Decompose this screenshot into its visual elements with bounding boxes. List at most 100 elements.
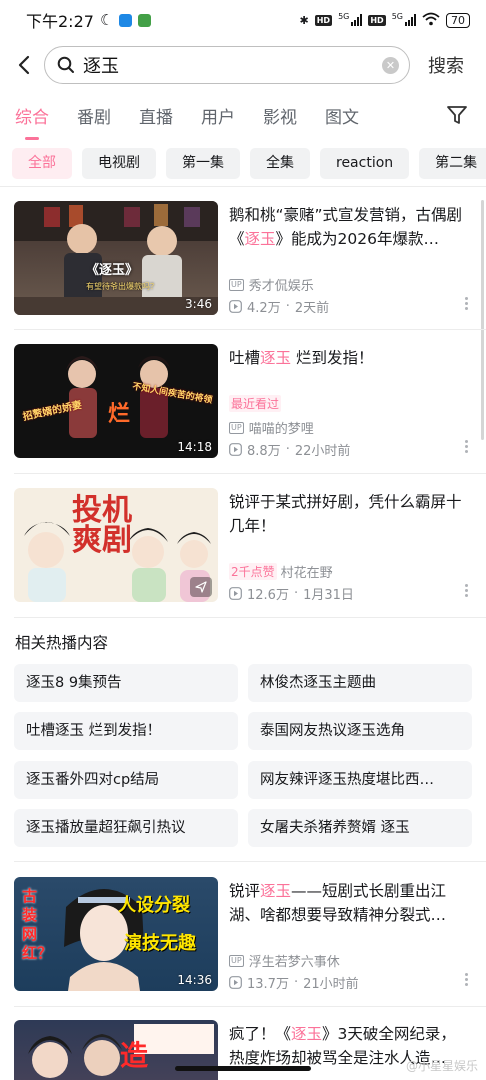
filter-icon [447,106,467,124]
thumbnail-caption: 投机爽剧 [72,493,132,558]
tab-articles[interactable]: 图文 [325,98,359,138]
filter-button[interactable] [446,104,468,130]
tab-users[interactable]: 用户 [201,98,235,138]
divider [14,617,486,618]
tab-all[interactable]: 综合 [15,98,49,140]
wechat-notification-icon [138,13,152,27]
title-text: 吐槽 [229,349,261,367]
video-title[interactable]: 锐评逐玉——短剧式长剧重出江湖、啥都想要导致精神分裂式… [229,879,469,927]
related-item[interactable]: 逐玉番外四对cp结局 [14,761,238,799]
wifi-icon [422,12,440,29]
play-count-icon [229,443,242,456]
clear-search-button[interactable]: ✕ [382,56,399,74]
app-notification-icon [119,13,133,27]
divider [14,861,486,862]
chip-all[interactable]: 全部 [12,148,72,179]
home-indicator[interactable] [175,1066,311,1071]
title-text: 烂到发指！ [291,349,374,367]
divider [14,1006,486,1007]
tag-label: 最近看过 [229,395,282,412]
play-count-icon [229,976,242,989]
related-item[interactable]: 逐玉8 9集预告 [14,664,238,702]
publish-time: 21小时前 [303,977,359,992]
recently-watched-tag: 最近看过 [229,395,285,412]
thumbnail-caption-main: 烂 [108,402,131,427]
video-stats: 12.6万 · 1月31日 [229,584,354,603]
more-options-icon[interactable] [464,973,468,986]
bluetooth-icon: ✱ [299,13,309,27]
video-thumbnail[interactable]: 《逐玉》 有望待爷出爆款吗？ 3:46 [14,201,218,315]
thumbnail-caption: 演技无趣 [124,933,196,954]
view-count: 8.8万 [247,444,281,459]
result-tabs: 综合 番剧 直播 用户 影视 图文 [0,96,486,140]
divider [14,473,486,474]
search-input[interactable]: 逐玉 ✕ [44,46,410,84]
chip-full-series[interactable]: 全集 [250,148,310,179]
thumbnail-subcaption: 有望待爷出爆款吗？ [86,282,158,291]
tab-anime[interactable]: 番剧 [77,98,111,138]
video-uploader[interactable]: UP 秀才侃娱乐 [229,275,314,294]
network-label-2: 5G [391,11,403,21]
thumbnail-caption: 人设分裂 [118,895,190,916]
publish-time: 22小时前 [294,444,351,459]
back-button[interactable] [2,43,46,87]
divider [0,186,486,187]
video-thumbnail[interactable]: 招赘婿的娇妻 烂 不知人间疾苦的将领 14:18 [14,344,218,458]
chip-episode-1[interactable]: 第一集 [166,148,240,179]
video-uploader[interactable]: 2千点赞 村花在野 [229,562,333,581]
related-item[interactable]: 网友辣评逐玉热度堪比西… [248,761,472,799]
video-thumbnail[interactable]: 造 [14,1020,218,1080]
publish-time: 2天前 [294,301,330,316]
related-item[interactable]: 泰国网友热议逐玉选角 [248,712,472,750]
video-uploader[interactable]: UP 浮生若梦六事休 [229,951,340,970]
more-options-icon[interactable] [464,297,468,310]
chip-episode-2[interactable]: 第二集 [419,148,486,179]
video-title[interactable]: 锐评于某式拼好剧，凭什么霸屏十几年！ [229,490,469,538]
title-highlight: 逐玉 [260,882,292,900]
video-card[interactable]: 招赘婿的娇妻 烂 不知人间疾苦的将领 14:18 吐槽逐玉 烂到发指！ 最近看过… [0,344,486,486]
view-count: 4.2万 [247,301,281,316]
video-uploader[interactable]: UP 喵喵的梦哩 [229,418,314,437]
view-count: 13.7万 [247,977,289,992]
related-item[interactable]: 吐槽逐玉 烂到发指！ [14,712,238,750]
back-arrow-icon [18,55,30,75]
thumbnail-caption: 古装网红？ [22,887,53,962]
title-text: 》能成为2026年爆款… [275,230,439,248]
chip-tv[interactable]: 电视剧 [82,148,156,179]
hd-badge-2: HD [368,14,386,26]
title-highlight: 逐玉 [291,1025,323,1043]
related-item[interactable]: 林俊杰逐玉主题曲 [248,664,472,702]
publish-time: 1月31日 [303,588,354,603]
signal-icon-2 [405,14,416,26]
thumbnail-art [28,1024,214,1078]
share-icon [190,577,212,597]
chip-reaction[interactable]: reaction [320,148,410,179]
filter-chips: 全部 电视剧 第一集 全集 reaction 第二集 [12,148,486,180]
video-card[interactable]: 古装网红？ 人设分裂 演技无趣 14:36 锐评逐玉——短剧式长剧重出江湖、啥都… [0,877,486,1019]
video-title[interactable]: 鹅和桃“豪赌”式宣发营销，古偶剧《逐玉》能成为2026年爆款… [229,203,469,251]
uploader-name: 喵喵的梦哩 [248,422,314,437]
related-item[interactable]: 女屠夫杀猪养赘婿 逐玉 [248,809,472,847]
moon-icon: ☾ [99,11,114,29]
video-thumbnail[interactable]: 投机爽剧 [14,488,218,602]
related-item[interactable]: 逐玉播放量超狂飙引热议 [14,809,238,847]
video-stats: 8.8万 · 22小时前 [229,440,350,459]
video-card[interactable]: 《逐玉》 有望待爷出爆款吗？ 3:46 鹅和桃“豪赌”式宣发营销，古偶剧《逐玉》… [0,201,486,343]
video-title[interactable]: 吐槽逐玉 烂到发指！ [229,346,469,370]
view-count: 12.6万 [247,588,289,603]
more-options-icon[interactable] [464,440,468,453]
video-thumbnail[interactable]: 古装网红？ 人设分裂 演技无趣 14:36 [14,877,218,991]
thumbnail-caption: 造 [120,1039,149,1072]
watermark: @小星星娱乐 [405,1059,478,1073]
search-button[interactable]: 搜索 [428,52,464,78]
video-duration: 3:46 [185,297,212,311]
tab-film[interactable]: 影视 [263,98,297,138]
video-duration: 14:18 [177,440,212,454]
video-card[interactable]: 投机爽剧 锐评于某式拼好剧，凭什么霸屏十几年！ 2千点赞 村花在野 12.6万 · 1… [0,488,486,630]
tab-live[interactable]: 直播 [139,98,173,138]
video-stats: 4.2万 · 2天前 [229,297,329,316]
network-label: 5G [338,11,350,21]
more-options-icon[interactable] [464,584,468,597]
play-count-icon [229,300,242,313]
uploader-name: 村花在野 [280,566,333,581]
